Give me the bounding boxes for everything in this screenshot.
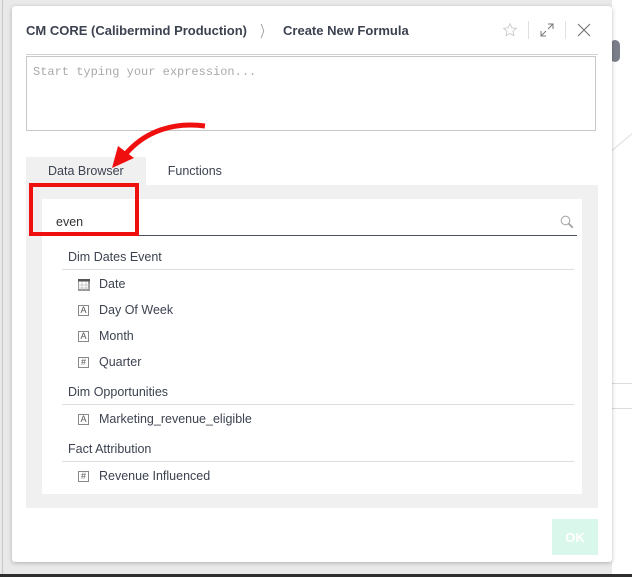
close-icon [577, 23, 591, 37]
divider [62, 404, 574, 405]
background-edge [2, 0, 3, 577]
search-field [54, 209, 577, 236]
divider [62, 461, 574, 462]
field-revenue-influenced[interactable]: # Revenue Influenced [78, 466, 210, 486]
search-input[interactable] [54, 215, 557, 229]
divider [565, 21, 566, 39]
field-date[interactable]: Date [78, 274, 125, 294]
group-title-dim-dates-event: Dim Dates Event [68, 250, 162, 264]
tab-functions[interactable]: Functions [146, 157, 244, 185]
field-quarter[interactable]: # Quarter [78, 352, 141, 372]
divider [528, 21, 529, 39]
dialog-header: CM CORE (Calibermind Production) 〉 Creat… [26, 6, 598, 55]
create-formula-dialog: CM CORE (Calibermind Production) 〉 Creat… [12, 6, 612, 562]
background-line [612, 383, 632, 384]
ok-button[interactable]: OK [552, 519, 598, 555]
number-type-icon: # [78, 356, 89, 368]
search-icon[interactable] [557, 212, 577, 232]
divider [62, 269, 574, 270]
group-title-fact-attribution: Fact Attribution [68, 442, 152, 456]
expression-input[interactable] [26, 56, 596, 131]
star-icon [502, 22, 518, 37]
page-title: Create New Formula [283, 22, 409, 38]
data-browser-panel: Dim Dates Event Date A Day Of Week A Mon… [26, 185, 598, 508]
text-type-icon: A [78, 304, 89, 316]
breadcrumb-workspace[interactable]: CM CORE (Calibermind Production) [26, 23, 247, 38]
expand-icon [540, 23, 554, 37]
background-page [612, 0, 632, 577]
close-button[interactable] [570, 18, 598, 42]
field-marketing-revenue-eligible[interactable]: A Marketing_revenue_eligible [78, 409, 252, 429]
number-type-icon: # [78, 470, 89, 482]
background-line [612, 408, 632, 409]
tab-data-browser[interactable]: Data Browser [26, 157, 146, 185]
text-type-icon: A [78, 330, 89, 342]
text-type-icon: A [78, 413, 89, 425]
tab-bar: Data Browser Functions [26, 157, 244, 185]
calendar-icon [78, 278, 90, 291]
field-month[interactable]: A Month [78, 326, 134, 346]
group-title-dim-opportunities: Dim Opportunities [68, 385, 169, 399]
breadcrumb-separator-icon: 〉 [260, 24, 270, 41]
expand-button[interactable] [533, 18, 561, 42]
data-browser-list: Dim Dates Event Date A Day Of Week A Mon… [42, 199, 582, 494]
field-day-of-week[interactable]: A Day Of Week [78, 300, 173, 320]
favorite-button[interactable] [496, 18, 524, 42]
